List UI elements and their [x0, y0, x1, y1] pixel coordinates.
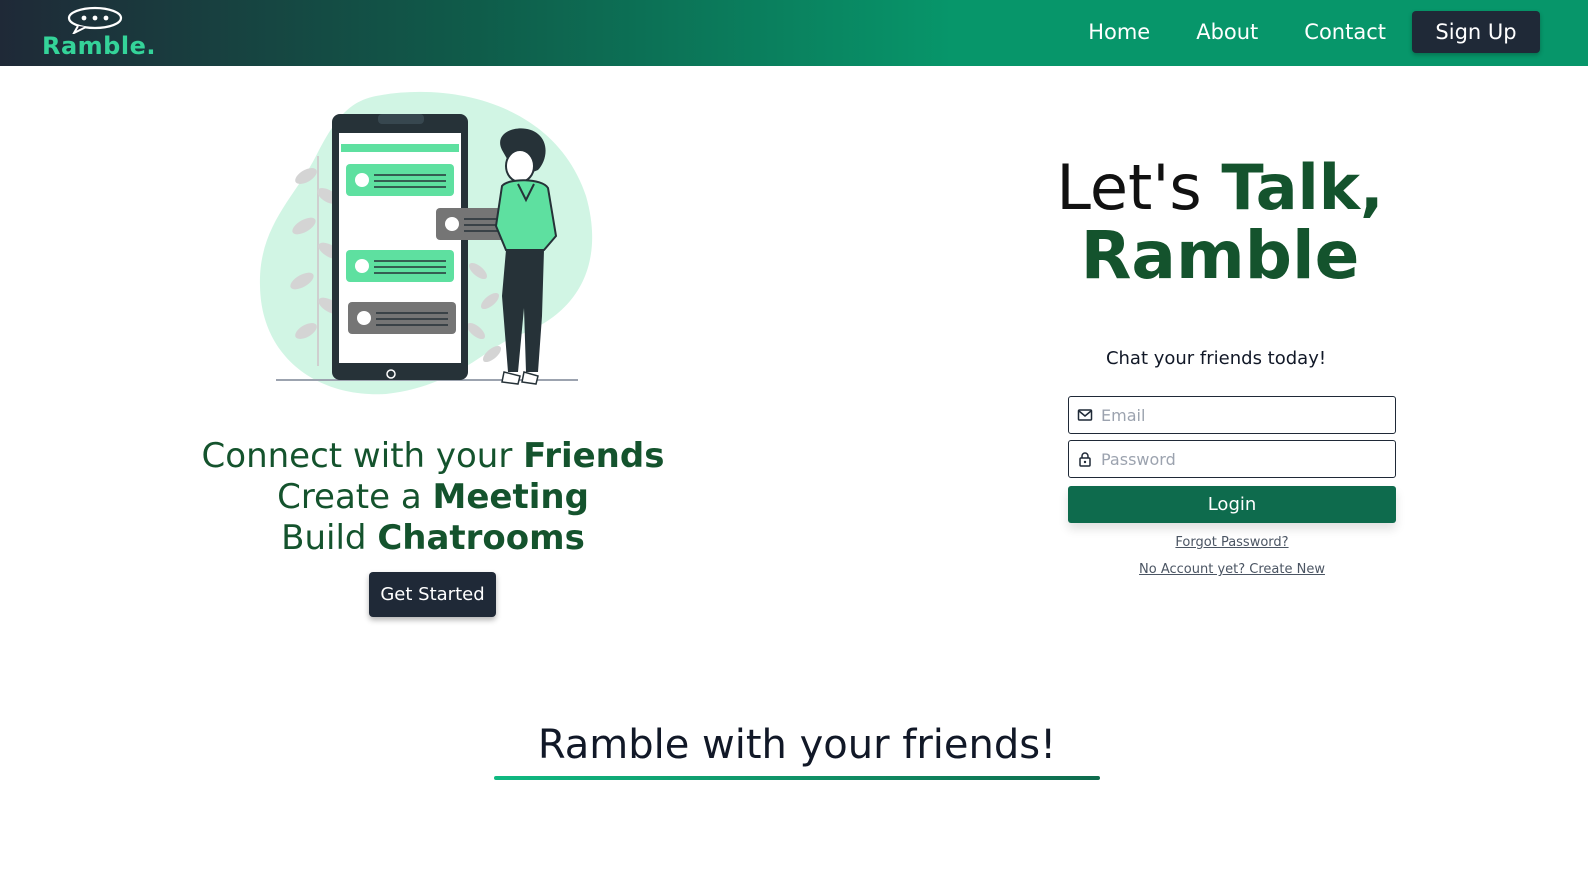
email-input[interactable]: [1099, 404, 1383, 426]
hero-illustration: [256, 86, 602, 396]
hero-line-1-prefix: Connect with your: [201, 436, 524, 476]
hero-line-3-bold: Chatrooms: [377, 518, 585, 558]
chat-bubble-icon: [67, 6, 123, 34]
hero-text: Connect with your Friends Create a Meeti…: [108, 436, 758, 559]
login-title-green: Talk,: [1221, 151, 1384, 224]
navbar: Ramble. Home About Contact Sign Up: [0, 0, 1588, 66]
mail-icon: [1077, 407, 1093, 423]
hero-line-1-bold: Friends: [523, 436, 665, 476]
get-started-button[interactable]: Get Started: [369, 572, 496, 617]
login-title-line-1: Let's Talk,: [1050, 155, 1390, 221]
hero-line-1: Connect with your Friends: [108, 436, 758, 477]
hero-line-2: Create a Meeting: [108, 477, 758, 518]
login-button[interactable]: Login: [1068, 486, 1396, 523]
logo-text: Ramble.: [42, 32, 156, 60]
logo[interactable]: Ramble.: [40, 6, 160, 62]
login-title: Let's Talk, Ramble: [1050, 155, 1390, 291]
login-title-prefix: Let's: [1056, 151, 1222, 224]
create-account-link[interactable]: No Account yet? Create New: [1068, 562, 1396, 577]
signup-button[interactable]: Sign Up: [1412, 11, 1540, 53]
login-tagline: Chat your friends today!: [1105, 348, 1327, 369]
section-heading: Ramble with your friends!: [537, 722, 1057, 768]
password-input[interactable]: [1099, 448, 1383, 470]
password-field[interactable]: [1068, 440, 1396, 478]
hero-line-3-prefix: Build: [281, 518, 378, 558]
login-title-line-2: Ramble: [1080, 217, 1360, 294]
forgot-password-link[interactable]: Forgot Password?: [1068, 535, 1396, 550]
nav-about[interactable]: About: [1196, 20, 1258, 44]
nav-links: Home About Contact Sign Up: [1088, 11, 1540, 53]
hero-line-2-bold: Meeting: [432, 477, 589, 517]
hero-line-2-prefix: Create a: [277, 477, 433, 517]
email-field[interactable]: [1068, 396, 1396, 434]
hero-line-3: Build Chatrooms: [108, 518, 758, 559]
lock-icon: [1077, 451, 1093, 467]
nav-contact[interactable]: Contact: [1304, 20, 1386, 44]
nav-home[interactable]: Home: [1088, 20, 1150, 44]
section-underline: [494, 776, 1100, 780]
